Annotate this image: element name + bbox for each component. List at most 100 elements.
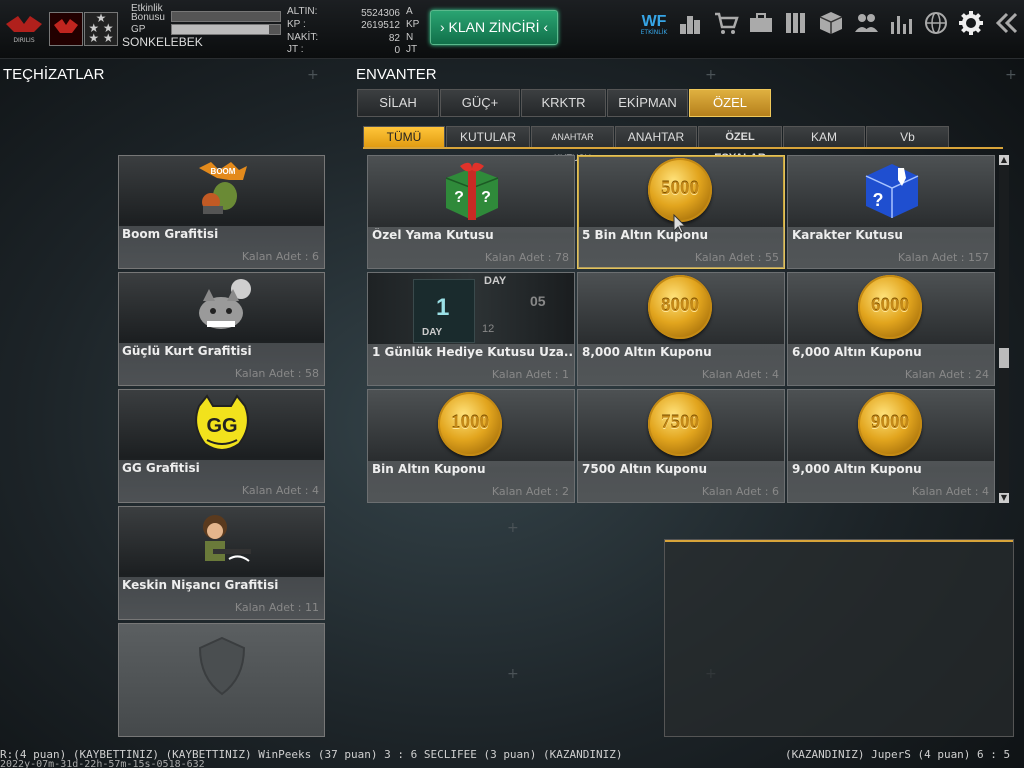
jt-value: 0 [394, 45, 400, 56]
subtab-kam[interactable]: KAM [783, 126, 865, 149]
svg-text:?: ? [454, 189, 464, 206]
clan-emblem[interactable] [49, 12, 83, 46]
rank-stars-icon[interactable]: ★ ★ ★ ★ ★ [84, 12, 118, 46]
svg-text:WF: WF [642, 13, 667, 30]
jt-unit: JT [406, 44, 418, 55]
grid-mark: + [507, 666, 519, 682]
inventory-item[interactable]: 1 DAY DAY 05 12 1 Günlük Hediye Kutusu U… [367, 272, 575, 386]
subtab-anahtar[interactable]: ANAHTAR [615, 126, 697, 149]
inventory-item[interactable]: ?? Özel Yama Kutusu Kalan Adet : 78 [367, 155, 575, 269]
etkinlik-icon[interactable]: WF ETKİNLİK [640, 9, 668, 37]
ranking-icon[interactable] [676, 9, 704, 37]
item-name: Karakter Kutusu [792, 228, 903, 242]
coin-value: 7500 [661, 412, 699, 433]
gp-label: GP [131, 24, 146, 35]
kp-unit: KP [406, 19, 420, 30]
item-count: Kalan Adet : 78 [484, 251, 569, 264]
subtab-anahtar-kutusu[interactable]: ANAHTAR KUTUSU [531, 126, 614, 163]
tab-ekipman[interactable]: EKİPMAN [607, 89, 688, 117]
equipment-slot[interactable]: GG GG Grafitisi Kalan Adet : 4 [118, 389, 325, 503]
clan-icon[interactable] [852, 9, 880, 37]
equipment-count: Kalan Adet : 11 [234, 601, 319, 614]
jt-label: JT : [287, 44, 304, 55]
item-name: Bin Altın Kuponu [372, 462, 486, 476]
detail-topline [665, 540, 1013, 542]
inventory-item[interactable]: 1000 Bin Altın Kuponu Kalan Adet : 2 [367, 389, 575, 503]
equipment-count: Kalan Adet : 58 [234, 367, 319, 380]
item-count: Kalan Adet : 4 [701, 368, 779, 381]
mouse-cursor-icon [673, 214, 687, 234]
back-icon[interactable] [992, 9, 1020, 37]
top-bar: DIRILIS ★ ★ ★ ★ ★ Etkinlik Bonusu GP SONKE… [0, 0, 1024, 59]
day-number-3: 12 [482, 323, 495, 335]
equipment-name: Keskin Nişancı Grafitisi [122, 578, 279, 592]
gold-coin-icon: 6000 [858, 275, 922, 339]
nakit-value: 82 [388, 33, 400, 44]
inventory-item[interactable]: 8000 8,000 Altın Kuponu Kalan Adet : 4 [577, 272, 785, 386]
subtab-kutular[interactable]: KUTULAR [446, 126, 530, 149]
inventory-icon[interactable] [782, 9, 810, 37]
sniper-graffiti-icon [189, 509, 255, 573]
etkinlik-label: ETKİNLİK [640, 29, 668, 36]
scroll-thumb[interactable] [999, 348, 1009, 368]
grid-mark: + [507, 520, 519, 536]
item-count: Kalan Adet : 6 [701, 485, 779, 498]
briefcase-icon[interactable] [747, 9, 775, 37]
svg-text:?: ? [481, 189, 491, 206]
equipment-slot[interactable]: Keskin Nişancı Grafitisi Kalan Adet : 11 [118, 506, 325, 620]
equipment-name: Boom Grafitisi [122, 227, 219, 241]
scroll-down-icon[interactable]: ▼ [999, 493, 1009, 503]
day-number-2: 05 [530, 293, 546, 309]
game-logo: DIRILIS [4, 10, 44, 46]
kp-label: KP : [287, 19, 306, 30]
altin-value: 5524306 [361, 8, 400, 19]
shop-icon[interactable] [712, 9, 740, 37]
coin-value: 8000 [661, 295, 699, 316]
subtab-vb[interactable]: Vb [866, 126, 949, 149]
tab-silah[interactable]: SİLAH [357, 89, 439, 117]
tab-krktr[interactable]: KRKTR [521, 89, 606, 117]
item-count: Kalan Adet : 24 [904, 368, 989, 381]
inventory-item[interactable]: 7500 7500 Altın Kuponu Kalan Adet : 6 [577, 389, 785, 503]
gear-icon[interactable] [957, 9, 985, 37]
inventory-scrollbar[interactable] [999, 155, 1009, 503]
inventory-item-selected[interactable]: 5000 5 Bin Altın Kuponu Kalan Adet : 55 [577, 155, 785, 269]
inventory-item[interactable]: ? Karakter Kutusu Kalan Adet : 157 [787, 155, 995, 269]
scroll-up-icon[interactable]: ▲ [999, 155, 1009, 165]
coin-value: 9000 [871, 412, 909, 433]
empty-equipment-slot[interactable] [118, 623, 325, 737]
grid-mark: + [1005, 67, 1017, 83]
day-number: 1 [436, 294, 450, 321]
stats-icon[interactable] [887, 9, 915, 37]
equipment-name: Güçlü Kurt Grafitisi [122, 344, 252, 358]
inventory-title: ENVANTER [356, 66, 437, 83]
equipment-name: GG Grafitisi [122, 461, 200, 475]
gg-graffiti-text: GG [206, 415, 237, 437]
ticker-timestamp: 2022y-07m-31d-22h-57m-15s-0518-632 [0, 759, 205, 768]
shield-icon [198, 636, 246, 696]
tab-guc[interactable]: GÜÇ+ [440, 89, 520, 117]
globe-icon[interactable] [922, 9, 950, 37]
box-icon[interactable] [817, 9, 845, 37]
equipment-slot[interactable]: BOOM Boom Grafitisi Kalan Adet : 6 [118, 155, 325, 269]
equipment-count: Kalan Adet : 6 [241, 250, 319, 263]
item-detail-panel [664, 539, 1014, 737]
day-gift-image: 1 DAY DAY 05 12 [368, 273, 574, 344]
subtab-tumu[interactable]: TÜMÜ [363, 126, 445, 149]
event-bonus-label-2: Bonusu [131, 12, 165, 23]
subtab-ozel-esyalar[interactable]: ÖZEL EŞYALAR [698, 126, 782, 164]
equipment-slot[interactable]: Güçlü Kurt Grafitisi Kalan Adet : 58 [118, 272, 325, 386]
gold-coin-icon: 5000 [648, 158, 712, 222]
gold-coin-icon: 1000 [438, 392, 502, 456]
inventory-item[interactable]: 9000 9,000 Altın Kuponu Kalan Adet : 4 [787, 389, 995, 503]
inventory-item[interactable]: 6000 6,000 Altın Kuponu Kalan Adet : 24 [787, 272, 995, 386]
klan-zinciri-button[interactable]: › KLAN ZİNCİRİ ‹ [430, 10, 558, 45]
tab-ozel[interactable]: ÖZEL [689, 89, 771, 117]
day-label: DAY [422, 327, 443, 338]
nakit-unit: N [406, 32, 414, 43]
svg-text:DIRILIS: DIRILIS [13, 37, 34, 44]
item-count: Kalan Adet : 157 [897, 251, 989, 264]
gift-box-icon: ?? [438, 158, 504, 222]
match-ticker: R:(4 puan) (KAYBETTİNİZ) (KAYBETTİNİZ) W… [0, 749, 1024, 768]
player-nickname: SONKELEBEK [122, 35, 203, 49]
